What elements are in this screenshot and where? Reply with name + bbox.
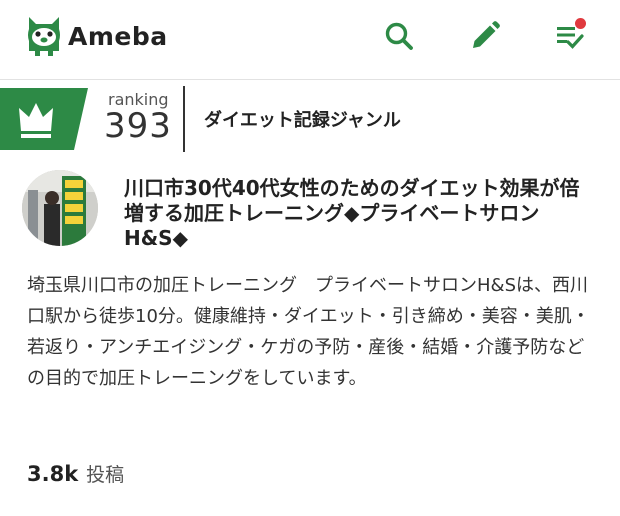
blog-title[interactable]: 川口市30代40代女性のためのダイエット効果が倍増する加圧トレーニング◆プライベ…: [124, 176, 594, 251]
avatar-image: [22, 170, 98, 246]
feed-button[interactable]: [552, 18, 588, 54]
post-label: 投稿: [86, 464, 125, 486]
pencil-icon: [473, 21, 500, 48]
post-count-section: 3.8k 投稿: [27, 460, 124, 487]
ranking-section[interactable]: ranking 393 ダイエット記録ジャンル: [0, 82, 620, 154]
ameba-mascot-icon: [28, 17, 60, 56]
ranking-divider: [183, 86, 185, 152]
logo-text: Ameba: [68, 21, 168, 51]
avatar[interactable]: [22, 170, 98, 246]
crown-icon: [0, 88, 88, 150]
search-icon: [385, 22, 413, 50]
ameba-logo[interactable]: Ameba: [26, 14, 168, 58]
search-button[interactable]: [381, 18, 417, 54]
write-button[interactable]: [467, 18, 503, 54]
genre-label[interactable]: ダイエット記録ジャンル: [204, 106, 401, 132]
post-count: 3.8k: [27, 462, 79, 486]
ranking-number: 393: [104, 106, 172, 146]
app-header: Ameba: [0, 0, 620, 80]
notification-badge: [575, 18, 586, 29]
blog-description: 埼玉県川口市の加圧トレーニング プライベートサロンH&Sは、西川口駅から徒歩10…: [27, 275, 590, 389]
